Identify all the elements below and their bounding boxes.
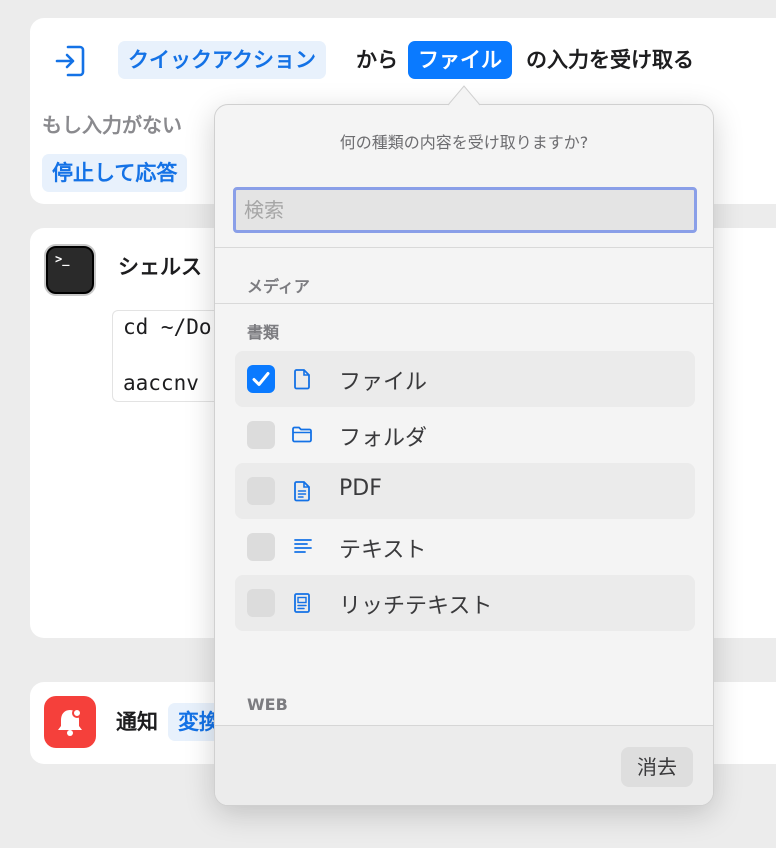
list-item-rich-text[interactable]: リッチテキスト: [235, 575, 695, 631]
no-input-label: もし入力がない: [42, 113, 182, 137]
checkmark-icon: [252, 372, 270, 386]
file-type-token[interactable]: ファイル: [408, 41, 512, 79]
notification-title: 通知: [116, 710, 158, 734]
popover-arrow: [448, 85, 480, 106]
pdf-icon: [294, 481, 310, 502]
list-item-file[interactable]: ファイル: [235, 351, 695, 407]
checkbox-checked[interactable]: [247, 365, 275, 393]
item-label: フォルダ: [339, 426, 428, 451]
text-lines-icon: [294, 539, 312, 553]
content-type-popover: 何の種類の内容を受け取りますか? メディア 書類 ファイル フォルダ: [214, 104, 714, 806]
item-label: リッチテキスト: [339, 594, 493, 619]
checkbox-unchecked[interactable]: [247, 421, 275, 449]
checkbox-unchecked[interactable]: [247, 533, 275, 561]
terminal-icon: >_: [44, 244, 96, 296]
section-label-documents: 書類: [247, 323, 280, 342]
shell-script-title: シェルス: [118, 255, 202, 279]
checkbox-unchecked[interactable]: [247, 477, 275, 505]
terminal-glyph: >_: [55, 252, 70, 266]
clear-button[interactable]: 消去: [621, 747, 693, 787]
input-arrow-icon: [55, 45, 85, 77]
section-label-media: メディア: [247, 277, 310, 296]
section-label-web: WEB: [247, 695, 288, 714]
folder-icon: [292, 426, 312, 443]
checkbox-unchecked[interactable]: [247, 589, 275, 617]
notification-bell-icon: [44, 696, 96, 748]
stop-and-respond-token[interactable]: 停止して応答: [42, 154, 188, 192]
rich-text-icon: [294, 593, 310, 613]
quick-action-token[interactable]: クイックアクション: [118, 41, 326, 79]
item-label: テキスト: [339, 538, 427, 563]
code-line: cd ~/Do: [123, 315, 212, 339]
code-line: aaccnv: [123, 371, 199, 395]
document-icon: [294, 369, 310, 390]
item-label: PDF: [339, 476, 382, 501]
item-label: ファイル: [339, 370, 428, 395]
list-item-folder[interactable]: フォルダ: [235, 407, 695, 463]
divider: [215, 303, 713, 304]
popover-title: 何の種類の内容を受け取りますか?: [339, 133, 589, 152]
list-item-pdf[interactable]: PDF: [235, 463, 695, 519]
search-input[interactable]: [233, 187, 697, 233]
popover-footer: 消去: [215, 725, 713, 805]
from-label: から: [356, 48, 398, 72]
divider: [215, 247, 713, 248]
list-item-text[interactable]: テキスト: [235, 519, 695, 575]
receive-input-label: の入力を受け取る: [526, 48, 694, 72]
